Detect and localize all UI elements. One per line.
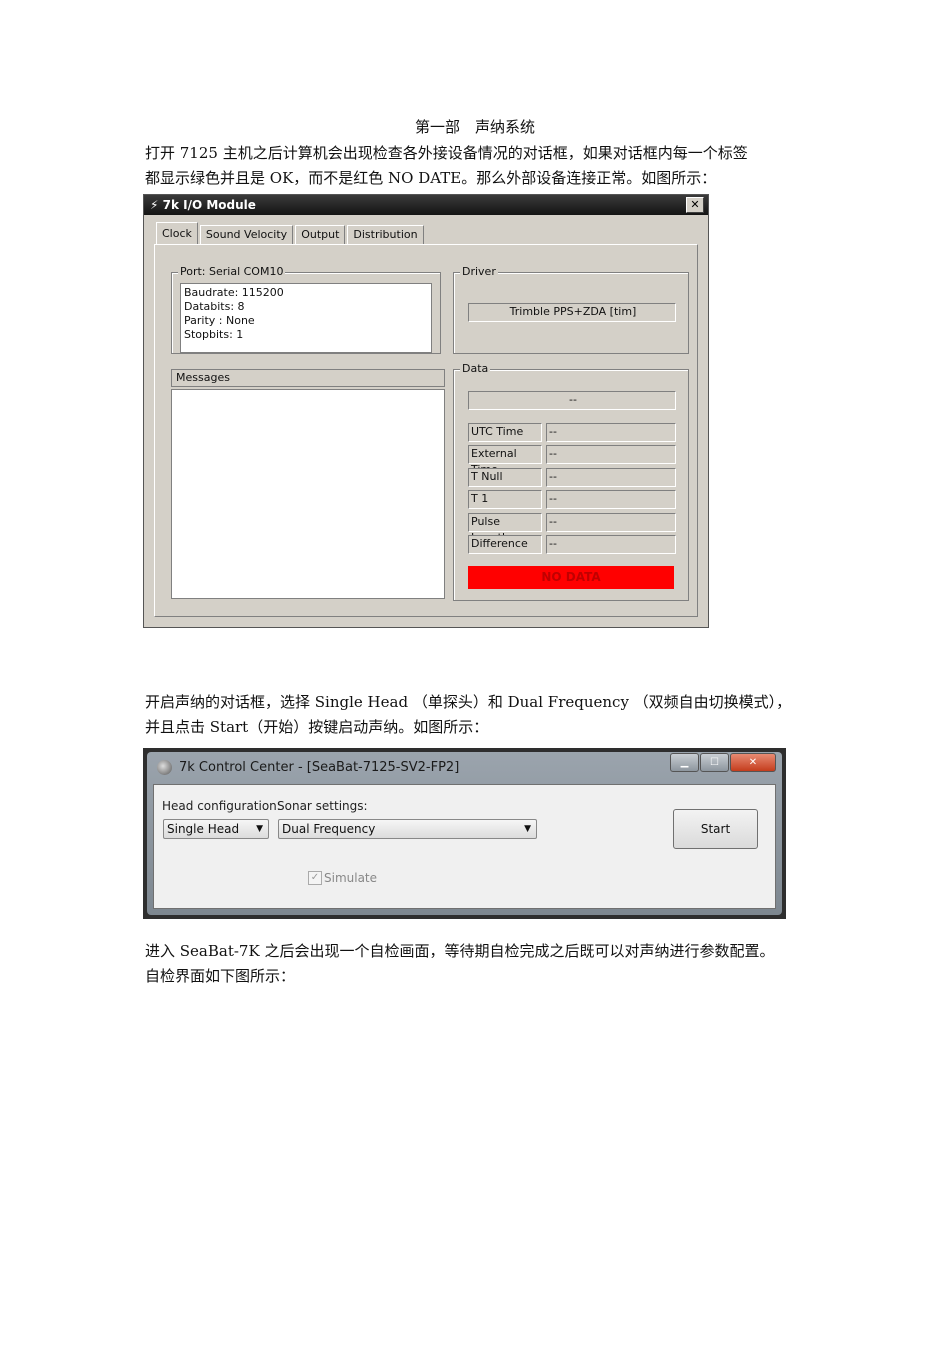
close-icon[interactable]: ✕ (686, 197, 704, 213)
start-paragraph: 开启声纳的对话框，选择 Single Head （单探头）和 Dual Freq… (145, 690, 815, 740)
tab-clock[interactable]: Clock (156, 222, 198, 245)
messages-box[interactable] (171, 389, 445, 599)
chevron-down-icon: ▼ (256, 824, 263, 834)
start-button[interactable]: Start (673, 809, 758, 849)
chevron-down-icon: ▼ (524, 824, 531, 834)
status-badge: NO DATA (468, 566, 674, 589)
baudrate-line: Baudrate: 115200 (184, 286, 284, 299)
control-center-frame: 7k Control Center - [SeaBat-7125-SV2-FP2… (147, 752, 782, 915)
stopbits-line: Stopbits: 1 (184, 328, 244, 341)
io-module-window: ⚡ 7k I/O Module ✕ Clock Sound Velocity O… (143, 194, 709, 628)
head-config-label: Head configuration: (162, 799, 281, 813)
start-line-2: 并且点击 Start（开始）按键启动声纳。如图所示： (145, 718, 489, 736)
selftest-line-2: 自检界面如下图所示： (145, 967, 296, 985)
external-time-label: External Time (468, 445, 542, 476)
maximize-icon[interactable]: ☐ (700, 753, 729, 772)
sonar-settings-value: Dual Frequency (282, 822, 376, 836)
utc-time-value: -- (546, 423, 676, 442)
tab-sound-velocity[interactable]: Sound Velocity (199, 225, 294, 244)
difference-label: Difference (468, 535, 542, 554)
control-center-window: 7k Control Center - [SeaBat-7125-SV2-FP2… (143, 748, 786, 919)
control-center-client: Head configuration: Single Head ▼ Sonar … (153, 784, 776, 909)
sonar-settings-select[interactable]: Dual Frequency ▼ (278, 819, 537, 839)
messages-header: Messages (171, 369, 445, 387)
data-group: Data -- UTC Time -- External Time -- T N… (453, 362, 689, 601)
control-center-title: 7k Control Center - [SeaBat-7125-SV2-FP2… (179, 760, 460, 775)
clock-panel: Port: Serial COM10 Baudrate: 115200 Data… (154, 244, 698, 617)
data-label: Data (460, 362, 491, 375)
utc-time-label: UTC Time (468, 423, 542, 442)
minimize-icon[interactable]: ▁ (670, 753, 699, 772)
sonar-settings-label: Sonar settings: (277, 799, 368, 813)
intro-paragraph: 打开 7125 主机之后计算机会出现检查各外接设备情况的对话框，如果对话框内每一… (145, 141, 815, 191)
app-icon (157, 760, 172, 775)
t-null-value: -- (546, 468, 676, 487)
external-time-value: -- (546, 445, 676, 464)
simulate-checkbox[interactable]: ✓ (308, 871, 322, 885)
driver-value: Trimble PPS+ZDA [tim] (468, 303, 676, 322)
head-config-select[interactable]: Single Head ▼ (163, 819, 269, 839)
simulate-label: Simulate (324, 871, 378, 885)
io-module-title: 7k I/O Module (162, 198, 256, 212)
data-summary: -- (468, 391, 676, 410)
difference-value: -- (546, 535, 676, 554)
parity-line: Parity : None (184, 314, 255, 327)
port-group: Port: Serial COM10 Baudrate: 115200 Data… (171, 265, 441, 354)
io-module-titlebar: ⚡ 7k I/O Module ✕ (144, 195, 708, 215)
port-info-box: Baudrate: 115200 Databits: 8 Parity : No… (180, 283, 432, 353)
selftest-line-1: 进入 SeaBat-7K 之后会出现一个自检画面，等待期自检完成之后既可以对声纳… (145, 942, 775, 960)
driver-group: Driver Trimble PPS+ZDA [tim] (453, 265, 689, 354)
plug-icon: ⚡ (150, 198, 163, 212)
pulse-length-label: Pulse Length (468, 513, 542, 544)
head-config-value: Single Head (167, 822, 240, 836)
window-controls: ▁ ☐ ✕ (669, 753, 776, 772)
intro-line-1: 打开 7125 主机之后计算机会出现检查各外接设备情况的对话框，如果对话框内每一… (145, 144, 748, 162)
section-heading: 第一部 声纳系统 (414, 118, 535, 136)
tab-distribution[interactable]: Distribution (347, 225, 424, 244)
close-icon[interactable]: ✕ (730, 753, 776, 772)
driver-label: Driver (460, 265, 498, 278)
start-line-1: 开启声纳的对话框，选择 Single Head （单探头）和 Dual Freq… (145, 693, 792, 711)
t1-value: -- (546, 490, 676, 509)
selftest-paragraph: 进入 SeaBat-7K 之后会出现一个自检画面，等待期自检完成之后既可以对声纳… (145, 939, 815, 989)
port-label: Port: Serial COM10 (178, 265, 286, 278)
t1-label: T 1 (468, 490, 542, 509)
pulse-length-value: -- (546, 513, 676, 532)
databits-line: Databits: 8 (184, 300, 245, 313)
t-null-label: T Null (468, 468, 542, 487)
tab-strip: Clock Sound Velocity Output Distribution (156, 222, 426, 245)
intro-line-2: 都显示绿色并且是 OK，而不是红色 NO DATE。那么外部设备连接正常。如图所… (145, 169, 717, 187)
tab-output[interactable]: Output (295, 225, 346, 244)
